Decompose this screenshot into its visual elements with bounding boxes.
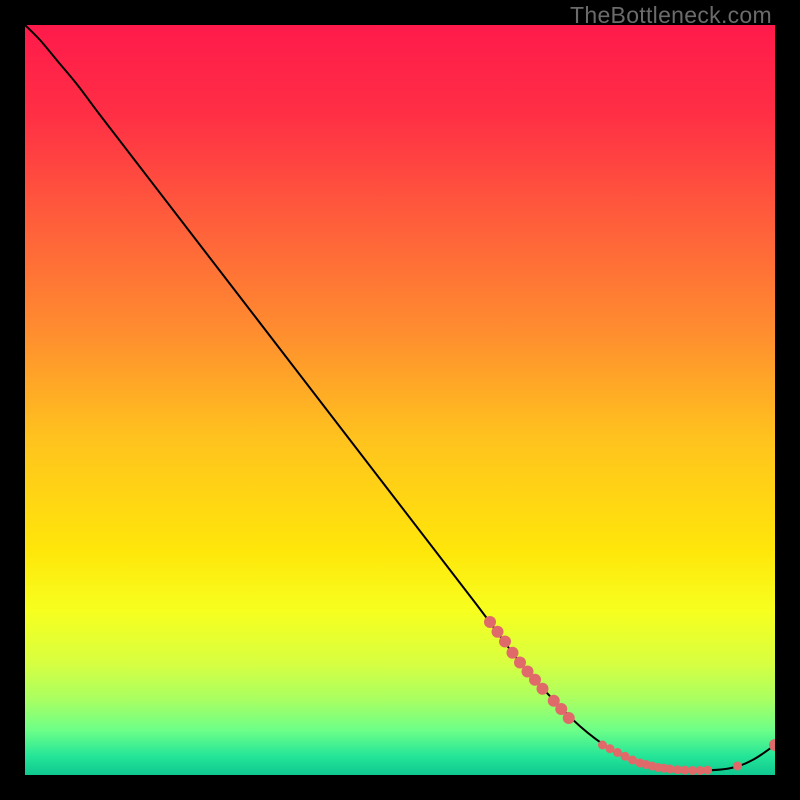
marker-dot <box>703 766 712 775</box>
marker-dot <box>499 636 511 648</box>
marker-dot <box>507 647 519 659</box>
marker-dot <box>563 712 575 724</box>
chart-area <box>25 25 775 775</box>
marker-dot <box>492 626 504 638</box>
bottleneck-chart <box>25 25 775 775</box>
marker-dot <box>733 762 742 771</box>
marker-dot <box>484 616 496 628</box>
marker-dot <box>537 683 549 695</box>
gradient-background <box>25 25 775 775</box>
